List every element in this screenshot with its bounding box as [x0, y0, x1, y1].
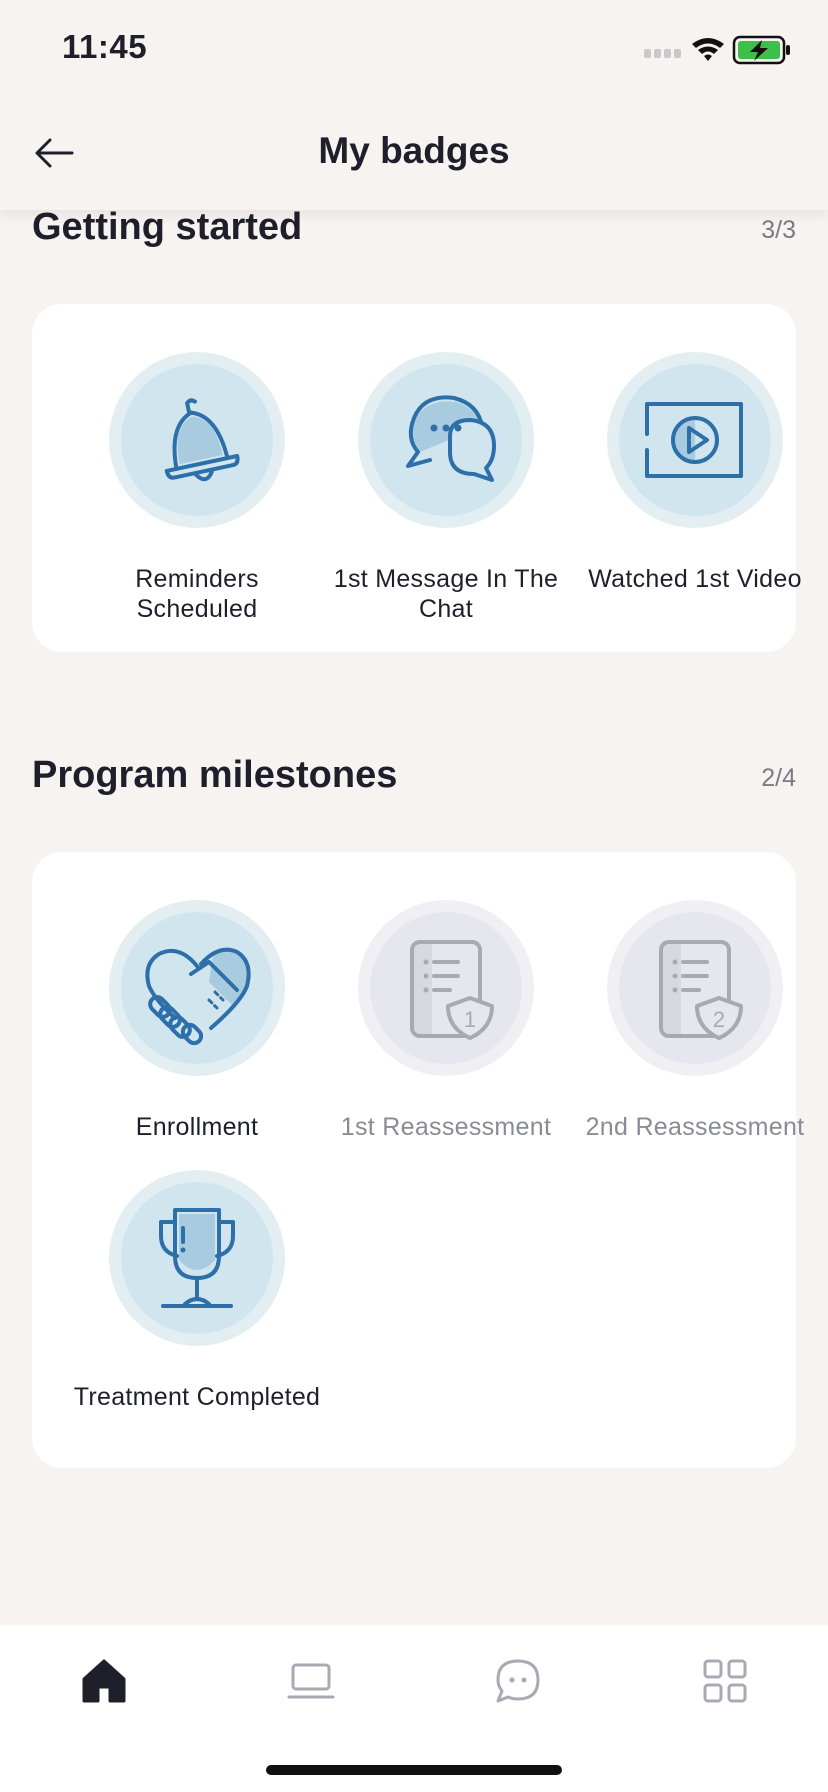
badge-reminders-scheduled[interactable]: Reminders Scheduled — [72, 352, 322, 624]
section-count: 3/3 — [761, 216, 796, 244]
status-time: 11:45 — [62, 28, 148, 65]
trophy-icon — [159, 1208, 235, 1308]
badge-label: Enrollment — [135, 1113, 259, 1141]
grid-icon — [703, 1659, 747, 1703]
page-title: My badges — [318, 130, 510, 171]
badge-label: Watched 1st Video — [588, 565, 802, 593]
tab-more[interactable] — [697, 1653, 753, 1709]
home-icon — [82, 1659, 126, 1703]
badge-icon-circle — [358, 352, 534, 528]
badge-enrollment[interactable]: Enrollment — [72, 900, 322, 1142]
nav-bar: My badges — [0, 100, 828, 210]
badges-card-getting-started: Reminders Scheduled 1st Message In The C… — [32, 304, 801, 652]
section-header-program-milestones: Program milestones 2/4 — [32, 754, 796, 804]
cellular-signal-icon — [644, 49, 681, 58]
badge-icon-circle — [607, 352, 783, 528]
bell-icon — [164, 398, 240, 482]
reassessment-number: 1 — [464, 1007, 476, 1032]
badges-card-program-milestones: Enrollment 1 1st Reassessment 2 2nd Reas… — [32, 852, 804, 1468]
video-play-icon — [645, 402, 743, 478]
wifi-icon — [692, 38, 724, 61]
handshake-heart-icon — [145, 947, 251, 1046]
document-shield-icon: 1 — [410, 940, 494, 1040]
badge-label: Reminders Scheduled — [135, 565, 259, 623]
section-count: 2/4 — [761, 764, 796, 792]
tab-home[interactable] — [76, 1653, 132, 1709]
badge-first-message[interactable]: 1st Message In The Chat — [321, 352, 571, 624]
section-title: Getting started — [32, 206, 303, 248]
badge-label: 1st Reassessment — [340, 1113, 552, 1141]
badge-label: Treatment Completed — [73, 1383, 321, 1411]
chat-bubbles-icon — [406, 395, 496, 482]
badge-icon-circle — [109, 1170, 285, 1346]
tab-lessons[interactable] — [283, 1653, 339, 1709]
section-title: Program milestones — [32, 754, 398, 796]
badge-icon-circle — [109, 900, 285, 1076]
reassessment-number: 2 — [713, 1007, 725, 1032]
badge-icon-circle: 2 — [607, 900, 783, 1076]
badge-first-reassessment[interactable]: 1 1st Reassessment — [321, 900, 571, 1142]
home-indicator — [266, 1765, 562, 1775]
badge-icon-circle — [109, 352, 285, 528]
badge-second-reassessment[interactable]: 2 2nd Reassessment — [570, 900, 820, 1142]
laptop-icon — [287, 1663, 335, 1699]
status-bar: 11:45 — [0, 0, 828, 100]
badge-treatment-completed[interactable]: Treatment Completed — [72, 1170, 322, 1412]
document-shield-icon: 2 — [659, 940, 743, 1040]
battery-icon — [732, 35, 790, 65]
badge-label: 1st Message In The Chat — [333, 565, 559, 623]
section-header-getting-started: Getting started 3/3 — [32, 206, 796, 256]
chat-icon — [496, 1659, 540, 1703]
badge-label: 2nd Reassessment — [585, 1113, 805, 1141]
status-icons — [644, 35, 790, 65]
badge-icon-circle: 1 — [358, 900, 534, 1076]
tab-chat[interactable] — [490, 1653, 546, 1709]
badge-watched-first-video[interactable]: Watched 1st Video — [570, 352, 820, 594]
